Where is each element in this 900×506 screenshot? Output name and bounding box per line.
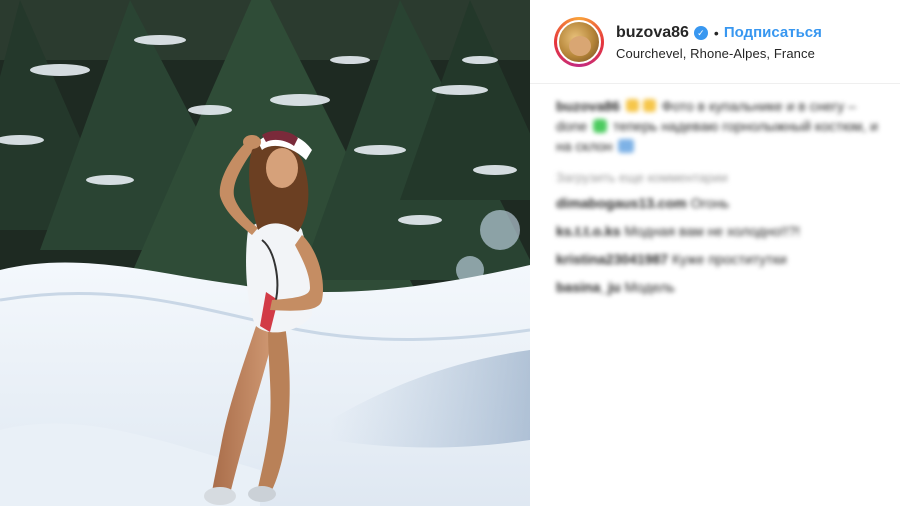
comment-username[interactable]: kristina23041987 [556,251,668,267]
avatar-image [557,19,601,64]
comment-username[interactable]: basina_ju [556,279,621,295]
post-header: buzova86 ✓ • Подписаться Courchevel, Rho… [530,0,900,84]
emoji-icon [642,99,656,112]
comment-username[interactable]: ks.t.t.o.ks [556,223,621,239]
emoji-icon [625,99,639,112]
post-caption: buzova86 Фото в купальнике и в снегу – d… [556,96,886,156]
comment-item: dimabogaus13.com Огонь [556,193,886,213]
comment-username[interactable]: dimabogaus13.com [556,195,687,211]
post-location[interactable]: Courchevel, Rhone-Alpes, France [616,46,822,61]
comment-text: Куже проститутки [671,251,787,267]
instagram-post: buzova86 ✓ • Подписаться Courchevel, Rho… [0,0,900,506]
mountain-emoji-icon [618,139,635,153]
check-emoji-icon [593,119,608,133]
comment-item: ks.t.t.o.ks Модная вам не холодно!!?! [556,221,886,241]
separator-dot: • [713,24,719,41]
header-text: buzova86 ✓ • Подписаться Courchevel, Rho… [616,23,822,61]
comment-item: kristina23041987 Куже проститутки [556,249,886,269]
post-side-panel: buzova86 ✓ • Подписаться Courchevel, Rho… [530,0,900,506]
snow-scene-image [0,0,530,506]
caption-username[interactable]: buzova86 [556,98,620,114]
follow-button[interactable]: Подписаться [724,23,822,43]
post-photo[interactable] [0,0,530,506]
verified-badge-icon: ✓ [693,25,708,40]
comment-item: basina_ju Модель [556,277,886,297]
author-username[interactable]: buzova86 [616,23,689,43]
comments-section: buzova86 Фото в купальнике и в снегу – d… [556,96,886,297]
comment-text: Огонь [690,195,730,211]
avatar[interactable] [554,16,604,67]
header-line: buzova86 ✓ • Подписаться [616,23,822,43]
comment-text: Модная вам не холодно!!?! [624,223,801,239]
load-more-comments-link[interactable]: Загрузить еще комментарии [556,170,886,185]
comment-text: Модель [624,279,675,295]
